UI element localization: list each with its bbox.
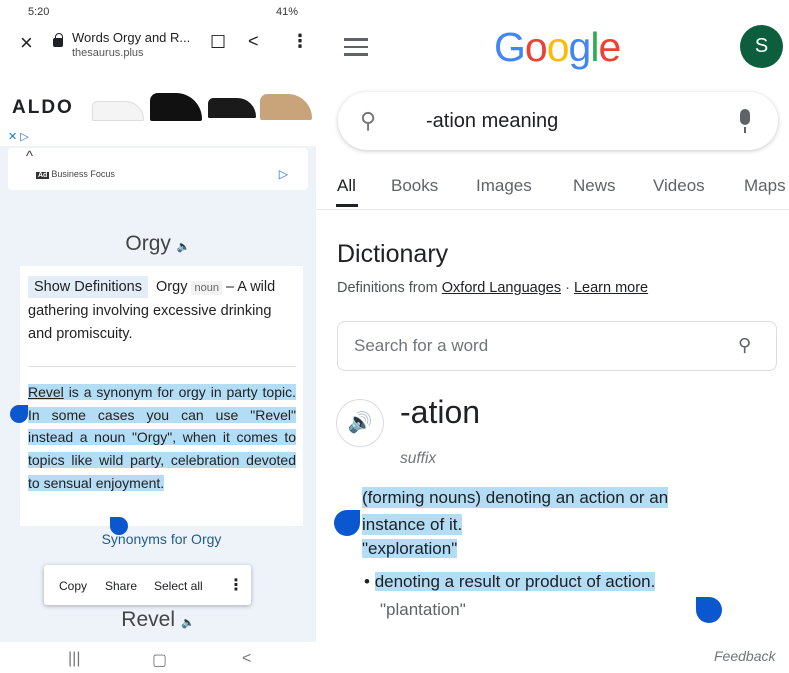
browser-toolbar: × Words Orgy and R... thesaurus.plus ☐ <…: [0, 22, 316, 68]
definition-card: Show Definitions Orgy noun – A wild gath…: [20, 266, 303, 526]
left-phone-screen: 5:20 41% × Words Orgy and R... thesaurus…: [0, 0, 316, 673]
home-icon[interactable]: ▢: [152, 650, 167, 670]
ad-brand: ALDO: [12, 97, 74, 118]
share-button[interactable]: Share: [105, 579, 137, 593]
android-nav-bar: ||| ▢ <: [0, 642, 316, 673]
shoe-image: [260, 94, 312, 120]
sub-definition: • denoting a result or product of action…: [364, 572, 656, 591]
oxford-languages-link[interactable]: Oxford Languages: [442, 280, 561, 296]
headword: Orgy 🔈: [0, 232, 316, 256]
tab-news[interactable]: News: [573, 176, 616, 196]
example-highlight: "exploration": [362, 539, 458, 558]
word-search-placeholder: Search for a word: [354, 336, 489, 355]
shoe-image: [92, 101, 144, 121]
definition-row: Show Definitions Orgy noun – A wild gath…: [28, 276, 296, 346]
tab-videos[interactable]: Videos: [653, 176, 705, 196]
selection-start-handle[interactable]: [10, 405, 28, 423]
ad-choices-icon[interactable]: ✕ ▷: [8, 130, 29, 143]
search-tabs: All Books Images News Videos Maps: [316, 174, 789, 210]
next-headword-text: Revel: [121, 608, 175, 631]
word-search-field[interactable]: Search for a word ⚲: [337, 321, 777, 371]
synonym-text: is a synonym for orgy in party topic. In…: [28, 384, 296, 491]
synonyms-link[interactable]: Synonyms for Orgy: [20, 531, 303, 547]
definitions-source: Definitions from Oxford Languages · Lear…: [337, 280, 648, 296]
text-selection-menu: Copy Share Select all ⋮: [44, 565, 251, 605]
shoe-image: [150, 93, 202, 121]
page-title[interactable]: Words Orgy and R...: [72, 30, 190, 45]
search-box[interactable]: ⚲ -ation meaning: [338, 92, 778, 150]
sub-definition-highlight: denoting a result or product of action.: [374, 572, 656, 591]
battery-level: 41%: [275, 6, 298, 18]
tab-images[interactable]: Images: [476, 176, 532, 196]
copy-button[interactable]: Copy: [59, 579, 87, 593]
headword-text: Orgy: [125, 232, 171, 255]
ad-play-icon[interactable]: ▷: [279, 167, 288, 181]
tab-books[interactable]: Books: [391, 176, 438, 196]
ad-label: Ad: [36, 172, 50, 179]
more-options-icon[interactable]: ⋮: [291, 31, 309, 52]
definition-highlight: (forming nouns) denoting an action or an…: [362, 487, 669, 535]
definition-text: (forming nouns) denoting an action or an…: [362, 484, 722, 538]
speaker-icon[interactable]: 🔈: [177, 241, 191, 253]
synonym-paragraph: Revel is a synonym for orgy in party top…: [28, 381, 296, 495]
search-input[interactable]: -ation meaning: [426, 110, 558, 133]
definition-word: Orgy: [156, 279, 188, 295]
mic-icon[interactable]: [740, 109, 750, 133]
lock-icon: [53, 33, 63, 47]
feedback-link[interactable]: Feedback: [714, 648, 775, 664]
tab-maps[interactable]: Maps: [744, 176, 786, 196]
definitions-from-label: Definitions from: [337, 280, 438, 296]
avatar[interactable]: S: [740, 25, 783, 68]
more-icon[interactable]: ⋮: [228, 575, 244, 595]
tab-all[interactable]: All: [337, 176, 356, 196]
search-icon[interactable]: ⚲: [738, 335, 751, 356]
show-definitions-button[interactable]: Show Definitions: [28, 276, 148, 298]
google-logo[interactable]: Google: [494, 24, 621, 71]
selection-start-handle[interactable]: [334, 510, 360, 536]
right-phone-screen: Google S ⚲ -ation meaning All Books Imag…: [316, 0, 789, 673]
screenshot: 5:20 41% × Words Orgy and R... thesaurus…: [0, 0, 789, 673]
ad-strip[interactable]: ^ Ad Business Focus ▷: [8, 148, 308, 190]
divider: [28, 366, 296, 367]
synonym-link[interactable]: Revel: [28, 384, 64, 400]
shoe-image: [208, 98, 256, 118]
menu-icon[interactable]: [344, 38, 368, 56]
learn-more-link[interactable]: Learn more: [574, 280, 648, 296]
speaker-icon[interactable]: 🔈: [181, 617, 195, 629]
ad-advertiser: Ad Business Focus: [36, 169, 115, 179]
collapse-ad-icon[interactable]: ^: [26, 148, 33, 165]
status-bar: 5:20 41%: [0, 0, 316, 22]
dictionary-word: -ation: [400, 394, 481, 430]
recent-apps-icon[interactable]: |||: [68, 650, 80, 668]
dictionary-title: Dictionary: [337, 240, 449, 268]
sub-example: "plantation": [380, 600, 466, 619]
active-tab-indicator: [336, 204, 358, 207]
example-text: "exploration": [362, 539, 458, 559]
status-time: 5:20: [28, 6, 50, 18]
pronunciation-speaker-icon[interactable]: 🔊: [336, 399, 384, 447]
back-icon[interactable]: <: [242, 650, 251, 668]
search-icon: ⚲: [360, 108, 377, 133]
part-of-speech: suffix: [400, 450, 437, 467]
select-all-button[interactable]: Select all: [154, 579, 203, 593]
page-host[interactable]: thesaurus.plus: [72, 47, 144, 59]
next-headword: Revel 🔈: [0, 608, 316, 632]
part-of-speech: noun: [191, 281, 222, 295]
bookmark-icon[interactable]: ☐: [210, 32, 226, 53]
advertiser-name: Business Focus: [51, 169, 115, 179]
close-icon[interactable]: ×: [20, 32, 33, 54]
ad-banner[interactable]: ALDO: [0, 68, 316, 146]
selection-end-handle[interactable]: [696, 597, 722, 623]
share-icon[interactable]: <: [248, 31, 259, 52]
separator: ·: [561, 280, 574, 296]
